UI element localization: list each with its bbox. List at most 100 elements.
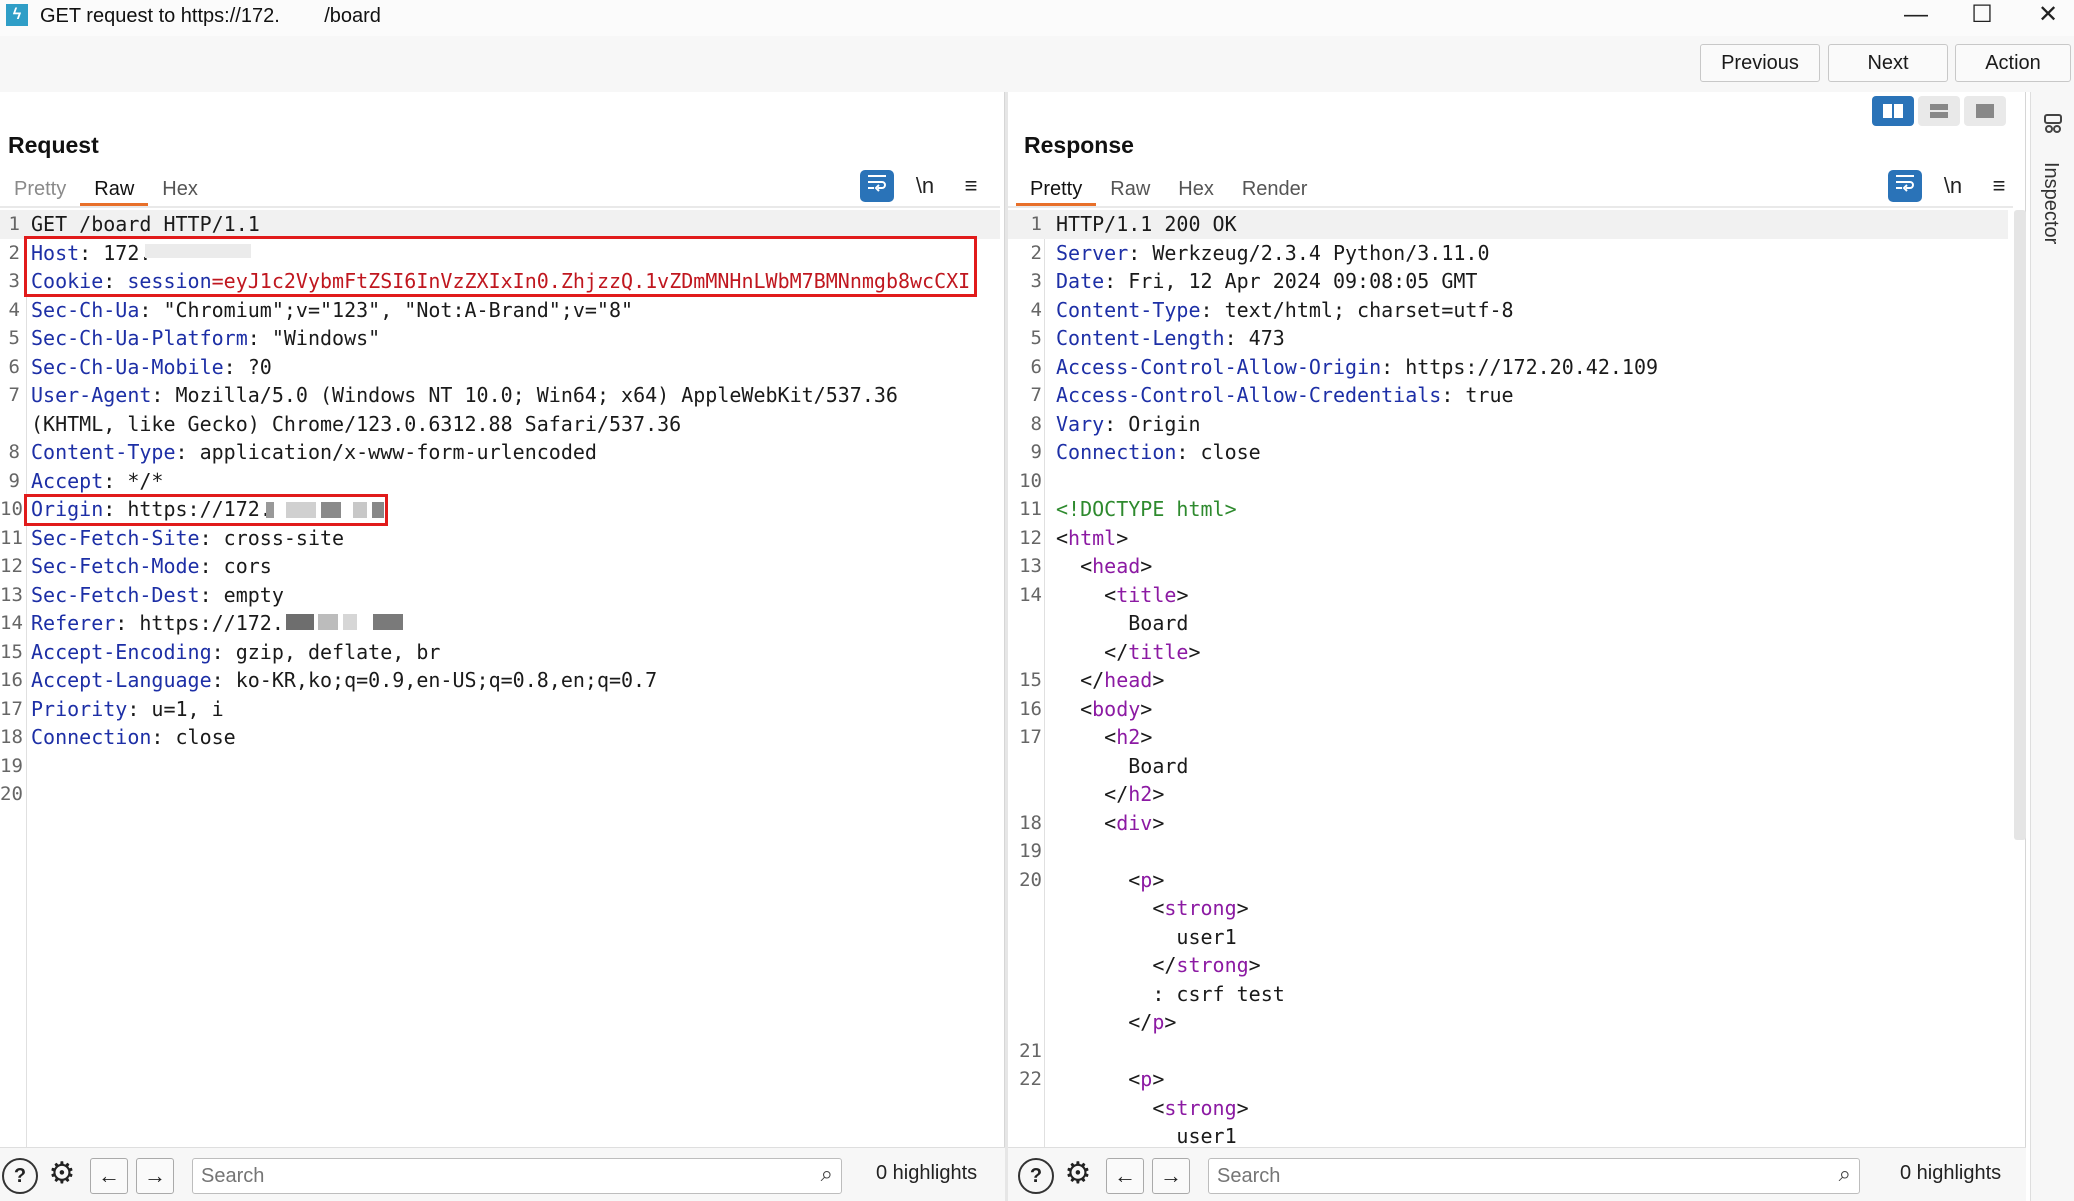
inspector-sidebar[interactable]: Inspector <box>2030 92 2074 1201</box>
code-line: 15 Accept-Encoding: gzip, deflate, br <box>0 638 1000 667</box>
request-title: Request <box>8 132 99 158</box>
code-line: </h2> <box>1008 780 2008 809</box>
code-line: 11 Sec-Fetch-Site: cross-site <box>0 524 1000 553</box>
code-token: </ <box>1056 953 1177 977</box>
code-token: : "Windows" <box>247 326 381 350</box>
html-tag-name: strong <box>1176 953 1249 977</box>
line-text: Content-Type: application/x-www-form-url… <box>31 438 597 467</box>
line-text: </head> <box>1056 666 1164 695</box>
code-line: 22 <p> <box>1008 1065 2008 1094</box>
settings-gear-icon[interactable]: ⚙ <box>1060 1158 1096 1194</box>
response-tab-hex[interactable]: Hex <box>1164 172 1228 206</box>
forward-arrow-icon[interactable]: → <box>1152 1158 1190 1194</box>
line-text: <strong> <box>1056 894 1248 923</box>
request-panel: Request Pretty Raw Hex \n ≡ 1 GET /board HT… <box>0 92 1005 1201</box>
response-tab-raw[interactable]: Raw <box>1096 172 1164 206</box>
forward-arrow-icon[interactable]: → <box>136 1158 174 1194</box>
line-number: 8 <box>8 441 20 463</box>
previous-button[interactable]: Previous <box>1700 44 1820 82</box>
settings-gear-icon[interactable]: ⚙ <box>44 1158 80 1194</box>
code-token: < <box>1056 867 1141 892</box>
header-name: Sec-Ch-Ua <box>31 297 140 322</box>
line-number: 3 <box>8 270 20 292</box>
code-line: </strong> <box>1008 951 2008 980</box>
code-token: (KHTML, like Gecko) Chrome/123.0.6312.88… <box>31 411 682 436</box>
code-token: > <box>1236 1095 1249 1120</box>
line-text: <!DOCTYPE html> <box>1056 495 1237 524</box>
help-icon[interactable]: ? <box>1018 1158 1054 1194</box>
request-tab-pretty[interactable]: Pretty <box>0 172 80 206</box>
word-wrap-icon[interactable] <box>1888 170 1922 202</box>
response-tab-pretty[interactable]: Pretty <box>1016 172 1097 206</box>
search-icon[interactable]: ⌕ <box>821 1161 833 1187</box>
close-button[interactable]: ✕ <box>2020 0 2074 32</box>
inspector-icon[interactable] <box>2041 112 2065 136</box>
request-tab-raw[interactable]: Raw <box>80 172 149 206</box>
html-tag-name: div <box>1116 810 1153 835</box>
help-icon[interactable]: ? <box>2 1158 38 1194</box>
burp-app-icon: ϟ <box>6 4 28 26</box>
split-view-toggle-icon[interactable] <box>1872 96 1914 126</box>
line-number: 4 <box>8 298 20 321</box>
code-line: 5 Content-Length: 473 <box>1008 324 2008 353</box>
header-name: Sec-Fetch-Site <box>31 525 200 550</box>
code-line: 13 <head> <box>1008 552 2008 581</box>
minimize-button[interactable]: — <box>1888 0 1944 32</box>
code-line: 20 <p> <box>1008 866 2008 895</box>
line-text: </p> <box>1056 1008 1176 1037</box>
horizontal-view-toggle-icon[interactable] <box>1918 96 1960 126</box>
line-text: Sec-Ch-Ua-Mobile: ?0 <box>31 353 272 382</box>
line-text: user1 <box>1056 923 1236 952</box>
response-tabs: Pretty Raw Hex Render <box>1008 172 1321 206</box>
line-text: Board <box>1056 752 1188 781</box>
line-text: Sec-Ch-Ua-Platform: "Windows" <box>31 324 380 353</box>
request-tab-underline <box>0 206 1000 208</box>
request-footer: ? ⚙ ← → ⌕ 0 highlights <box>0 1147 1005 1201</box>
response-search-box[interactable]: ⌕ <box>1208 1158 1860 1194</box>
header-name: Connection <box>1056 440 1177 464</box>
request-tab-hex[interactable]: Hex <box>148 172 212 206</box>
code-token: > <box>1152 668 1165 692</box>
inspector-label[interactable]: Inspector <box>2039 162 2062 244</box>
action-button[interactable]: Action <box>1955 44 2071 82</box>
code-line: 4 Content-Type: text/html; charset=utf-8 <box>1008 296 2008 325</box>
word-wrap-icon[interactable] <box>860 170 894 202</box>
redacted-host <box>145 244 251 258</box>
search-icon[interactable]: ⌕ <box>1839 1161 1851 1187</box>
html-tag-name: title <box>1116 582 1177 607</box>
code-line: 18 <div> <box>1008 809 2008 838</box>
line-number: 13 <box>1019 555 1042 577</box>
code-line: 16 <body> <box>1008 695 2008 724</box>
hamburger-menu-icon[interactable]: ≡ <box>954 170 988 202</box>
code-line: 2 Server: Werkzeug/2.3.4 Python/3.11.0 <box>1008 239 2008 268</box>
line-number: 11 <box>0 526 23 549</box>
next-button[interactable]: Next <box>1828 44 1948 82</box>
back-arrow-icon[interactable]: ← <box>1106 1158 1144 1194</box>
code-token: </ <box>1056 668 1105 692</box>
newline-toggle-icon[interactable]: \n <box>1936 170 1970 202</box>
response-tab-render[interactable]: Render <box>1228 172 1322 206</box>
back-arrow-icon[interactable]: ← <box>90 1158 128 1194</box>
hamburger-menu-icon[interactable]: ≡ <box>1982 170 2016 202</box>
line-text: Content-Length: 473 <box>1056 324 1285 353</box>
code-token: > <box>1248 953 1261 977</box>
response-search-input[interactable] <box>1209 1159 1794 1194</box>
newline-toggle-icon[interactable]: \n <box>908 170 942 202</box>
code-token: : u=1, i <box>127 696 224 721</box>
request-search-input[interactable] <box>193 1159 777 1194</box>
request-highlights-count: 0 highlights <box>876 1162 978 1184</box>
maximize-button[interactable]: ☐ <box>1954 0 2010 32</box>
code-line: 12 Sec-Fetch-Mode: cors <box>0 552 1000 581</box>
code-line: 1 GET /board HTTP/1.1 <box>0 210 1000 239</box>
line-text: Sec-Fetch-Mode: cors <box>31 552 272 581</box>
code-token: : https://172.20.42.109 <box>1381 354 1659 379</box>
code-token: : "Chromium";v="123", "Not:A-Brand";v="8… <box>139 297 634 322</box>
code-token: : Werkzeug/2.3.4 Python/3.11.0 <box>1128 240 1490 265</box>
single-view-toggle-icon[interactable] <box>1964 96 2006 126</box>
response-scrollbar[interactable] <box>2014 210 2026 840</box>
request-search-box[interactable]: ⌕ <box>192 1158 842 1194</box>
line-number: 5 <box>1030 327 1042 349</box>
code-line: 16 Accept-Language: ko-KR,ko;q=0.9,en-US;… <box>0 666 1000 695</box>
response-editor[interactable]: 1 HTTP/1.1 200 OK 2 Server: Werkzeug/2.3.4 … <box>1008 210 2008 1200</box>
line-text: <p> <box>1056 1065 1164 1094</box>
